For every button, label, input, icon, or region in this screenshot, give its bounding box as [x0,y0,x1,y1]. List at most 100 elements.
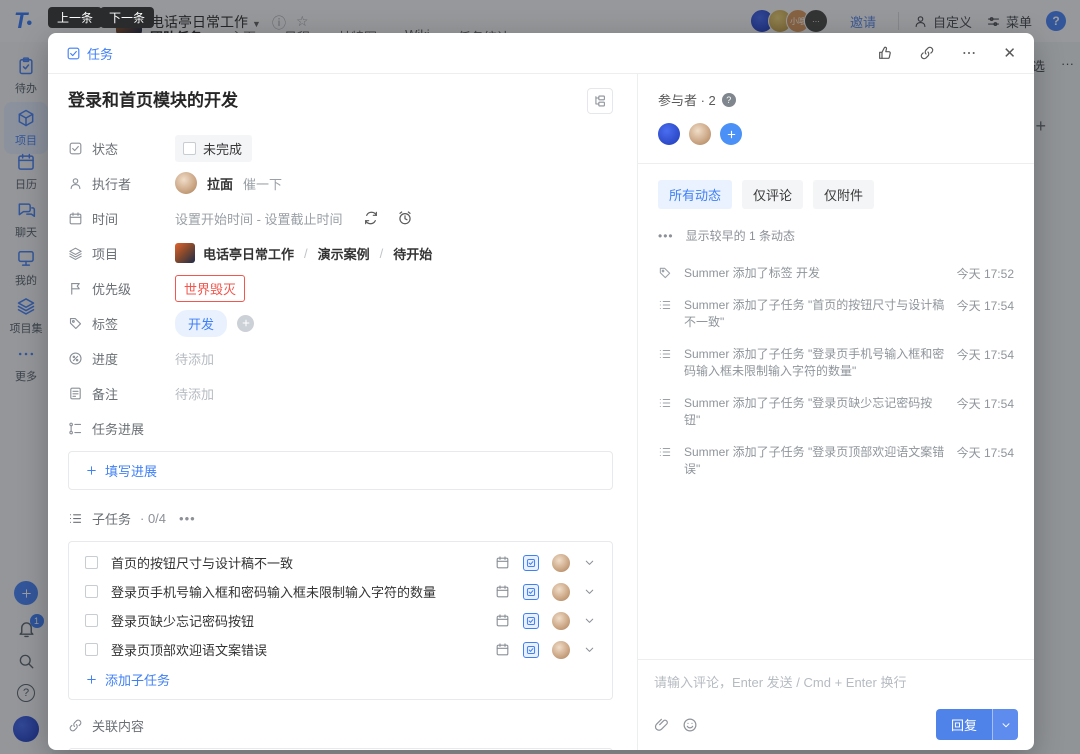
tag-icon [658,266,672,280]
milestone-icon [68,421,83,436]
add-progress-button[interactable]: 填写进展 [69,452,612,489]
copy-link-button[interactable] [919,45,935,61]
alarm-icon[interactable] [397,210,413,226]
repeat-icon[interactable] [363,210,379,226]
subtask-checkbox[interactable] [85,614,98,627]
activity-item: Summer 添加了子任务 "登录页手机号输入框和密码输入框未限制输入字符的数量… [658,346,1014,380]
field-note: 备注 待添加 [68,381,613,405]
layers-icon [68,246,83,261]
assignee-avatar[interactable] [175,172,197,194]
activity-item: Summer 添加了子任务 "首页的按钮尺寸与设计稿不一致" 今天 17:54 [658,297,1014,331]
subtask-checkbox[interactable] [85,585,98,598]
calendar-icon[interactable] [495,613,510,628]
set-time-button[interactable]: 设置开始时间 - 设置截止时间 [175,209,343,228]
plus-icon [85,673,98,686]
subtask-row[interactable]: 登录页缺少忘记密码按钮 [69,606,612,635]
field-status: 状态 未完成 [68,136,613,160]
field-progress: 进度 待添加 [68,346,613,370]
subtask-type-icon [523,613,539,629]
modal-header: 任务 ✕ [48,33,1034,74]
project-name[interactable]: 电话亭日常工作 [203,244,294,263]
participant-avatar[interactable] [689,123,711,145]
show-earlier-button[interactable]: ••• 显示较早的 1 条动态 [638,209,1034,244]
more-actions-button[interactable] [961,45,977,61]
subtask-row[interactable]: 登录页手机号输入框和密码输入框未限制输入字符的数量 [69,577,612,606]
project-cover-image [175,243,195,263]
close-button[interactable]: ✕ [1003,44,1016,62]
chevron-down-icon[interactable] [583,643,596,656]
subtask-checkbox[interactable] [85,643,98,656]
link-icon [68,718,83,733]
priority-badge[interactable]: 世界毁灭 [175,275,245,302]
plus-icon [241,318,251,328]
subtask-assignee-avatar[interactable] [552,641,570,659]
plus-icon [726,129,737,140]
like-button[interactable] [877,45,893,61]
filter-all-activity[interactable]: 所有动态 [658,180,732,209]
subtasks-header: 子任务 · 0/4 ••• [68,509,613,528]
assignee-name[interactable]: 拉面 [207,174,233,193]
add-subtask-button[interactable]: 添加子任务 [69,664,612,697]
note-icon [68,386,83,401]
participant-avatar[interactable] [658,123,680,145]
calendar-icon [68,211,83,226]
status-checkbox[interactable] [183,142,196,155]
task-group[interactable]: 演示案例 [318,244,370,263]
prev-item-tooltip[interactable]: 上一条 [48,7,102,28]
add-participant-button[interactable] [720,123,742,145]
task-title[interactable]: 登录和首页模块的开发 [68,88,238,114]
tag-badge[interactable]: 开发 [175,310,227,337]
chevron-down-icon[interactable] [583,556,596,569]
progress-placeholder[interactable]: 待添加 [175,349,214,368]
list-icon [68,511,83,526]
activity-filters: 所有动态 仅评论 仅附件 [638,164,1034,209]
reply-dropdown-button[interactable] [992,709,1018,740]
task-check-icon [66,46,81,61]
status-toggle-button[interactable]: 未完成 [175,135,252,162]
task-structure-button[interactable] [587,88,613,114]
subtask-checkbox[interactable] [85,556,98,569]
calendar-icon[interactable] [495,555,510,570]
task-type[interactable]: 任务 [66,44,113,63]
list-icon [658,347,672,361]
subtask-row[interactable]: 登录页顶部欢迎语文案错误 [69,635,612,664]
person-icon [68,176,83,191]
subtask-assignee-avatar[interactable] [552,612,570,630]
field-priority: 优先级 世界毁灭 [68,276,613,300]
percent-icon [68,351,83,366]
paperclip-icon[interactable] [654,717,670,733]
subtask-type-icon [523,584,539,600]
calendar-icon[interactable] [495,584,510,599]
task-stage[interactable]: 待开始 [393,244,432,263]
field-time: 时间 设置开始时间 - 设置截止时间 [68,206,613,230]
activity-item: Summer 添加了子任务 "登录页顶部欢迎语文案错误" 今天 17:54 [658,444,1014,478]
subtask-row[interactable]: 首页的按钮尺寸与设计稿不一致 [69,548,612,577]
calendar-icon[interactable] [495,642,510,657]
activity-time: 今天 17:54 [957,395,1014,429]
nudge-button[interactable]: 催一下 [243,174,282,193]
subtasks-more-button[interactable]: ••• [179,511,196,526]
participants-help-icon[interactable]: ? [722,93,736,107]
activity-panel: 参与者 · 2 ? 所有动态 仅评论 仅附件 ••• 显示较早的 1 条动态 [637,74,1034,750]
progress-section-header: 任务进展 [68,419,613,438]
add-tag-button[interactable] [237,315,254,332]
link-icon [919,45,935,61]
filter-comments-only[interactable]: 仅评论 [742,180,803,209]
ellipsis-icon [961,45,977,61]
next-item-tooltip[interactable]: 下一条 [100,7,154,28]
chevron-down-icon[interactable] [583,585,596,598]
filter-attachments-only[interactable]: 仅附件 [813,180,874,209]
note-placeholder[interactable]: 待添加 [175,384,214,403]
tree-icon [593,94,607,108]
comment-composer: 回复 [638,659,1034,750]
list-icon [658,396,672,410]
field-tags: 标签 开发 [68,311,613,335]
task-detail-column: 登录和首页模块的开发 状态 未完成 执行者 [48,74,637,750]
chevron-down-icon[interactable] [583,614,596,627]
reply-button[interactable]: 回复 [936,709,992,740]
subtask-assignee-avatar[interactable] [552,554,570,572]
comment-input[interactable] [654,672,1018,706]
activity-time: 今天 17:54 [957,444,1014,478]
smiley-icon[interactable] [682,717,698,733]
subtask-assignee-avatar[interactable] [552,583,570,601]
